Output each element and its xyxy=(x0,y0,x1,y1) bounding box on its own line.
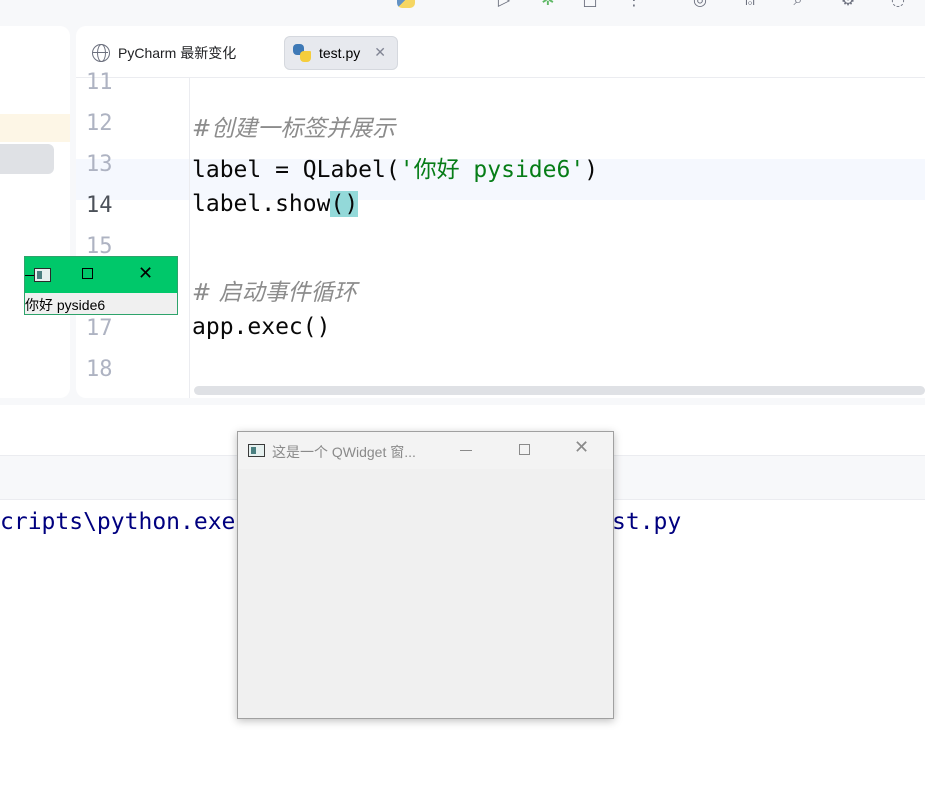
window-titlebar[interactable]: ✕ xyxy=(25,257,177,293)
editor-tabs: PyCharm 最新变化 test.py ✕ xyxy=(76,26,925,78)
tab-whats-new[interactable]: PyCharm 最新变化 xyxy=(84,36,244,70)
stop-icon[interactable]: □ xyxy=(578,0,602,12)
line-number: 14 xyxy=(86,193,113,218)
settings-icon[interactable]: ⚙ xyxy=(836,0,860,12)
window-title: 这是一个 QWidget 窗... xyxy=(272,444,416,460)
code-line-17: app.exec() xyxy=(192,314,331,340)
horizontal-scrollbar[interactable] xyxy=(194,386,925,395)
globe-icon xyxy=(92,44,110,62)
app-window-icon xyxy=(248,444,265,457)
matched-paren-highlight: () xyxy=(330,191,359,217)
code-token: label = QLabel( xyxy=(192,157,400,183)
code-line-14: label.show() xyxy=(192,191,359,217)
project-tree-highlight[interactable] xyxy=(0,114,70,142)
close-icon[interactable]: ✕ xyxy=(138,263,153,284)
code-token: ) xyxy=(584,157,599,183)
code-token: label.show xyxy=(192,191,331,217)
python-file-icon xyxy=(293,44,311,62)
search-icon[interactable]: ⌕ xyxy=(786,0,810,12)
line-number: 18 xyxy=(86,357,113,382)
ide-window: test ⌄ ▷ ✲ □ ⋮ ◎ ⍝ ⌕ ⚙ ◌ PyCharm 最新变化 te… xyxy=(0,0,925,405)
code-editor[interactable]: PyCharm 最新变化 test.py ✕ 11 12 13 14 15 16… xyxy=(76,26,925,398)
run-icon[interactable]: ▷ xyxy=(492,0,516,12)
code-line-12: #创建一标签并展示 xyxy=(192,116,396,142)
line-number-gutter: 11 12 13 14 15 16 17 18 xyxy=(76,70,190,398)
more-icon[interactable]: ⋮ xyxy=(622,0,646,12)
run-output-text: cripts\python.exe xyxy=(0,509,236,535)
maximize-icon[interactable] xyxy=(82,268,93,279)
close-icon[interactable]: ✕ xyxy=(574,437,589,458)
account-icon[interactable]: ◌ xyxy=(886,0,910,12)
line-number: 17 xyxy=(86,316,113,341)
maximize-icon[interactable] xyxy=(519,444,530,455)
close-icon[interactable]: ✕ xyxy=(374,45,386,61)
qlabel-text: 你好 pyside6 xyxy=(25,297,106,313)
app-window-icon xyxy=(34,268,51,282)
line-number: 12 xyxy=(86,111,113,136)
add-user-icon[interactable]: ⍝ xyxy=(738,0,762,12)
tab-label: PyCharm 最新变化 xyxy=(118,45,237,61)
string-literal: '你好 pyside6' xyxy=(399,157,585,183)
qlabel-window[interactable]: ✕ 你好 pyside6 xyxy=(24,256,178,315)
debug-icon[interactable]: ✲ xyxy=(536,0,560,12)
line-number: 11 xyxy=(86,70,113,95)
code-line-16: # 启动事件循环 xyxy=(192,280,357,306)
python-icon xyxy=(397,0,415,8)
run-output-text: st.py xyxy=(612,509,682,535)
project-panel xyxy=(0,26,70,398)
tab-label: test.py xyxy=(319,45,361,61)
qwidget-window[interactable]: 这是一个 QWidget 窗... ✕ xyxy=(237,431,614,719)
code-line-13: label = QLabel('你好 pyside6') xyxy=(192,150,598,184)
project-tree-selection[interactable] xyxy=(0,144,54,174)
tab-test-py[interactable]: test.py ✕ xyxy=(284,36,398,70)
run-config-selector[interactable]: test ⌄ xyxy=(395,0,475,10)
run-config-label: test xyxy=(423,0,444,3)
window-titlebar[interactable]: 这是一个 QWidget 窗... ✕ xyxy=(238,432,613,469)
chevron-down-icon[interactable]: ⌄ xyxy=(457,0,466,1)
line-number: 13 xyxy=(86,152,113,177)
code-with-me-icon[interactable]: ◎ xyxy=(688,0,712,12)
main-toolbar: test ⌄ ▷ ✲ □ ⋮ ◎ ⍝ ⌕ ⚙ ◌ xyxy=(0,0,925,26)
minimize-icon[interactable] xyxy=(460,450,472,451)
